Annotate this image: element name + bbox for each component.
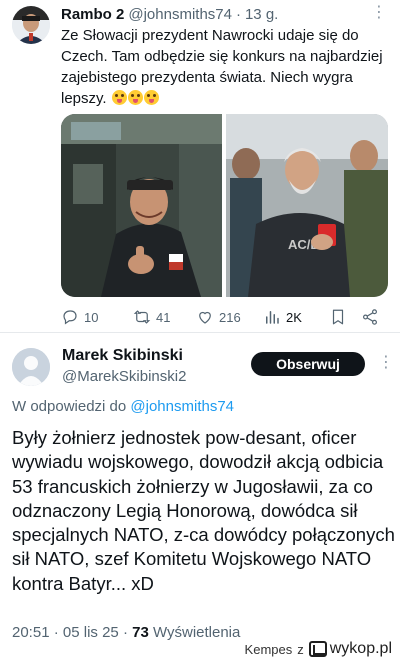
reply-text: Były żołnierz jednostek pow-desant, ofic… — [12, 427, 395, 594]
more-dots-icon[interactable]: ⋮ — [371, 4, 388, 22]
like-action[interactable]: 216 — [196, 306, 241, 328]
tongue-emoji-icon — [127, 90, 143, 105]
reply-icon — [63, 310, 77, 325]
author-name[interactable]: Rambo 2 — [61, 6, 124, 23]
retweet-action[interactable]: 41 — [133, 306, 170, 328]
reply-count: 10 — [84, 309, 99, 325]
reply-prefix: W odpowiedzi do — [12, 398, 127, 415]
views-bar-icon — [266, 311, 279, 324]
reply-author-name[interactable]: Marek Skibinski — [62, 347, 183, 365]
retweet-count: 41 — [156, 309, 171, 325]
wykop-logo-icon — [308, 641, 327, 657]
tongue-emoji-icon — [111, 90, 127, 105]
heart-icon — [199, 311, 211, 324]
original-tweet: Rambo 2 @johnsmiths74 · 13 g. ⋮ Ze Słowa… — [0, 0, 400, 332]
reply-date[interactable]: 05 lis 25 — [63, 624, 119, 641]
reply-to-link[interactable]: @johnsmiths74 — [130, 398, 234, 415]
views-action[interactable]: 2K — [263, 306, 302, 328]
photo-soldier-in-tank[interactable] — [61, 114, 222, 297]
tweet-header: Rambo 2 @johnsmiths74 · 13 g. ⋮ — [61, 4, 388, 24]
tweet-text: Ze Słowacji prezydent Nawrocki udaje się… — [61, 25, 391, 109]
tweet-media: AC/DC — [61, 114, 388, 297]
reply-views-label: Wyświetlenia — [152, 624, 241, 641]
share-icon — [363, 309, 377, 325]
bookmark-action[interactable] — [329, 306, 347, 328]
bookmark-icon — [332, 309, 344, 325]
photo-man-with-cup[interactable]: AC/DC — [226, 114, 388, 297]
reply-context: W odpowiedzi do @johnsmiths74 — [12, 398, 234, 415]
share-action[interactable] — [361, 306, 379, 328]
avatar-default[interactable] — [12, 348, 50, 386]
watermark-site: wykop.pl — [329, 640, 392, 657]
watermark-author: Kempes — [244, 641, 293, 657]
wykop-logo: wykop.pl — [308, 640, 392, 658]
tweet-divider — [0, 332, 400, 333]
tongue-emoji-icon — [143, 90, 159, 105]
retweet-icon — [133, 310, 151, 324]
watermark-prefix: z — [297, 641, 304, 657]
tweet-actions: 10 41 216 2K — [61, 306, 381, 328]
meta-separator: · — [53, 624, 59, 641]
reply-action[interactable]: 10 — [61, 306, 98, 328]
reply-views-count: 73 — [132, 624, 149, 641]
meta-separator: · — [122, 624, 128, 641]
more-dots-icon[interactable]: ⋮ — [378, 355, 395, 371]
views-count: 2K — [286, 309, 302, 325]
reply-time[interactable]: 20:51 — [12, 624, 50, 641]
like-count: 216 — [219, 309, 241, 325]
reply-author-handle[interactable]: @MarekSkibinski2 — [62, 368, 186, 385]
time-separator: · — [235, 5, 241, 23]
follow-button[interactable]: Obserwuj — [251, 352, 365, 376]
author-handle[interactable]: @johnsmiths74 — [128, 6, 232, 23]
reply-meta: 20:51 · 05 lis 25 · 73 Wyświetlenia — [12, 624, 240, 641]
tweet-time[interactable]: 13 g. — [245, 6, 278, 23]
wykop-watermark: Kempes z wykop.pl — [245, 640, 392, 658]
avatar-rambo[interactable] — [12, 6, 50, 44]
tweet-body: Ze Słowacji prezydent Nawrocki udaje się… — [61, 27, 383, 107]
